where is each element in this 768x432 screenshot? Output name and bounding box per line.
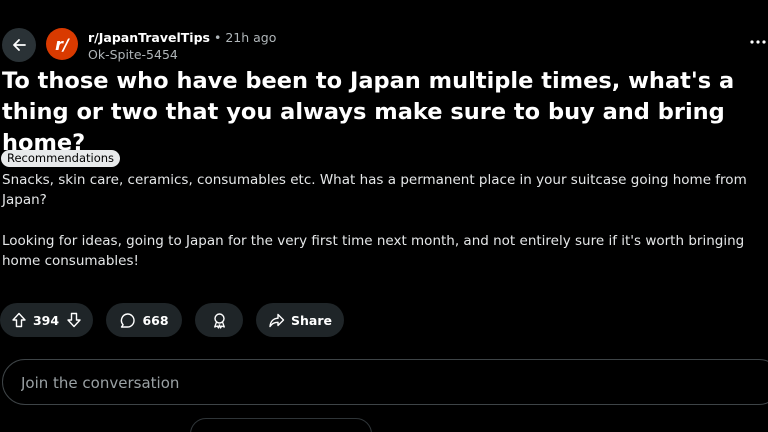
share-label: Share — [291, 312, 332, 328]
post-page: r/ r/JapanTravelTips • 21h ago Ok-Spite-… — [0, 0, 768, 432]
subreddit-avatar[interactable]: r/ — [46, 28, 78, 60]
more-dots-icon — [750, 40, 766, 44]
comments-button[interactable]: 668 — [106, 303, 182, 337]
post-body-paragraph: Looking for ideas, going to Japan for th… — [2, 233, 745, 269]
back-button[interactable] — [2, 28, 36, 62]
author-link[interactable]: Ok-Spite-5454 — [88, 46, 276, 63]
meta-separator: • — [213, 30, 222, 45]
comment-input[interactable] — [19, 360, 723, 406]
upvote-count: 394 — [32, 312, 60, 328]
vote-control: 394 — [0, 303, 93, 337]
sort-control-partial[interactable] — [190, 418, 372, 432]
comment-icon — [121, 312, 136, 328]
post-meta: r/JapanTravelTips • 21h ago Ok-Spite-545… — [88, 29, 276, 63]
award-icon — [213, 312, 225, 329]
post-body-paragraph: Snacks, skin care, ceramics, consumables… — [2, 172, 747, 208]
award-button[interactable] — [195, 303, 243, 337]
post-actions: 394 668 Share — [0, 303, 768, 337]
post-flair[interactable]: Recommendations — [1, 150, 121, 167]
share-button[interactable]: Share — [256, 303, 344, 337]
avatar-text: r/ — [55, 34, 69, 54]
post-title: To those who have been to Japan multiple… — [2, 68, 735, 156]
downvote-icon[interactable] — [66, 312, 82, 328]
back-arrow-icon — [13, 39, 26, 51]
subreddit-link[interactable]: r/JapanTravelTips — [88, 30, 210, 45]
comment-count: 668 — [142, 312, 169, 328]
post-time: 21h ago — [225, 30, 277, 45]
more-options-button[interactable] — [748, 32, 768, 52]
share-icon — [269, 313, 285, 327]
comment-box[interactable] — [2, 359, 768, 406]
upvote-icon[interactable] — [11, 312, 27, 328]
